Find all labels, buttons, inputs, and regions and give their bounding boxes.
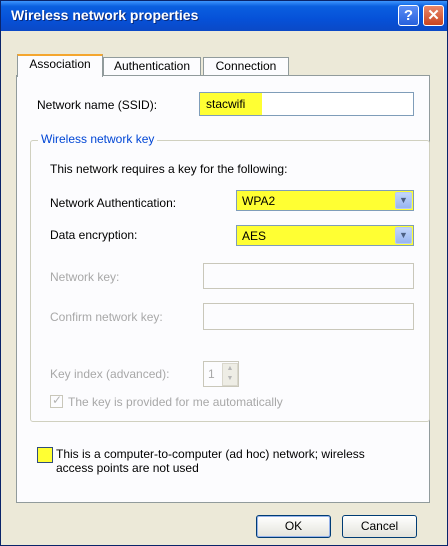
close-icon: ✕ <box>427 7 440 24</box>
auto-key-checkbox[interactable]: ✓ <box>50 393 63 408</box>
confirm-network-key-label: Confirm network key: <box>50 310 163 324</box>
cancel-button[interactable]: Cancel <box>342 515 417 538</box>
tab-connection[interactable]: Connection <box>203 57 289 76</box>
tab-connection-label: Connection <box>215 59 277 73</box>
data-encryption-value: AES <box>242 229 267 243</box>
ssid-value: stacwifi <box>206 97 246 111</box>
checkmark-icon: ✓ <box>52 393 63 407</box>
ok-button[interactable]: OK <box>256 515 331 538</box>
key-index-spinner[interactable]: 1 ▲ ▼ <box>203 361 239 387</box>
help-icon: ? <box>403 7 414 24</box>
network-authentication-label: Network Authentication: <box>50 196 177 210</box>
chevron-down-icon[interactable]: ▼ <box>395 192 412 209</box>
auto-key-label: The key is provided for me automatically <box>68 395 283 409</box>
close-button[interactable]: ✕ <box>423 5 444 26</box>
chevron-down-icon[interactable]: ▼ <box>395 227 412 244</box>
adhoc-checkbox[interactable] <box>37 447 53 463</box>
network-key-input[interactable] <box>203 263 414 289</box>
help-button[interactable]: ? <box>398 5 419 26</box>
ssid-input[interactable]: stacwifi <box>199 92 414 116</box>
wireless-key-group-label: Wireless network key <box>38 132 158 146</box>
spinner-arrows-icon[interactable]: ▲ ▼ <box>222 363 238 386</box>
data-encryption-select[interactable]: AES ▼ <box>236 225 414 246</box>
tab-association-label: Association <box>29 57 91 71</box>
network-authentication-value: WPA2 <box>242 194 276 208</box>
cancel-button-label: Cancel <box>360 519 399 533</box>
ok-button-label: OK <box>284 519 303 533</box>
tab-authentication[interactable]: Authentication <box>103 57 201 76</box>
adhoc-label-line2: access points are not used <box>56 461 199 475</box>
title-bar[interactable]: Wireless network properties ? ✕ <box>1 1 447 31</box>
key-index-label: Key index (advanced): <box>50 367 170 381</box>
window-title: Wireless network properties <box>11 7 199 23</box>
data-encryption-label: Data encryption: <box>50 228 138 242</box>
tab-authentication-label: Authentication <box>113 59 191 73</box>
confirm-network-key-input[interactable] <box>203 303 414 330</box>
tab-association[interactable]: Association <box>17 54 103 77</box>
key-index-value: 1 <box>208 367 215 381</box>
network-key-label: Network key: <box>50 270 120 284</box>
adhoc-label-line1: This is a computer-to-computer (ad hoc) … <box>56 447 365 461</box>
key-required-text: This network requires a key for the foll… <box>50 162 288 176</box>
ssid-label: Network name (SSID): <box>37 98 158 112</box>
network-authentication-select[interactable]: WPA2 ▼ <box>236 190 414 211</box>
